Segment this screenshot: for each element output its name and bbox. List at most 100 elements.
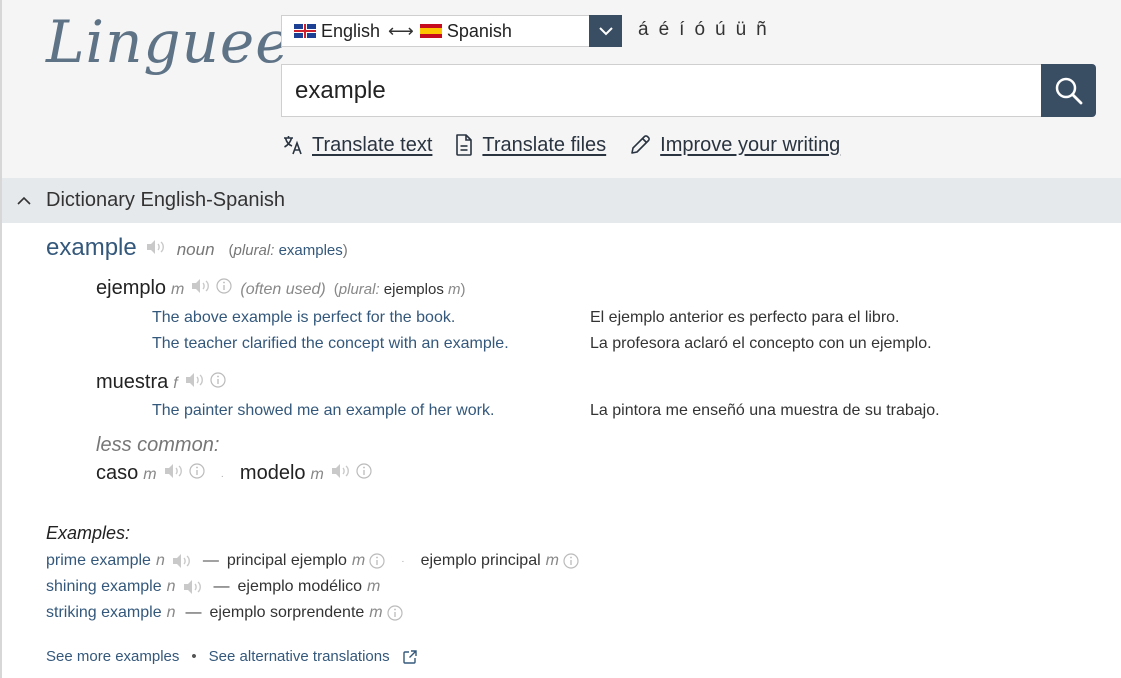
improve-writing-label: Improve your writing xyxy=(660,133,841,156)
translate-icon xyxy=(284,136,302,155)
info-icon[interactable] xyxy=(387,605,403,621)
phrase-es-alt[interactable]: ejemplo principal xyxy=(421,552,541,570)
phrase-pos: n xyxy=(166,578,176,595)
info-icon[interactable] xyxy=(188,463,205,479)
example-phrase-row: prime example n — principal ejemplo m · … xyxy=(46,552,579,570)
special-characters: á é í ó ú ü ñ xyxy=(638,19,767,41)
info-icon[interactable] xyxy=(216,278,232,294)
example-sentence-es: La profesora aclaró el concepto con un e… xyxy=(590,335,932,352)
more-links: See more examples • See alternative tran… xyxy=(46,648,418,665)
translation-word[interactable]: muestra xyxy=(96,371,168,394)
translation-gender: f xyxy=(173,375,178,392)
accent-u[interactable]: ú xyxy=(715,19,726,41)
phrase-es[interactable]: principal ejemplo xyxy=(227,552,347,570)
phrase-pos: n xyxy=(155,552,165,569)
accent-a[interactable]: á xyxy=(638,19,649,41)
translation-gender: m xyxy=(171,281,185,298)
lang-from: English xyxy=(321,20,381,41)
lang-to: Spanish xyxy=(446,20,512,41)
phrase-pos: n xyxy=(166,604,176,621)
example-sentence-en: The teacher clarified the concept with a… xyxy=(152,335,509,352)
translation-word[interactable]: caso xyxy=(96,462,138,485)
speaker-icon[interactable] xyxy=(163,463,185,479)
info-icon[interactable] xyxy=(356,463,372,479)
translation-gender: m xyxy=(310,466,324,483)
swap-arrows-icon: ⟷ xyxy=(388,20,414,41)
see-alternative-translations-link[interactable]: See alternative translations xyxy=(209,648,390,665)
translation-muestra: muestra f xyxy=(96,371,226,394)
example-sentence-es: La pintora me enseñó una muestra de su t… xyxy=(590,402,940,419)
phrase-gender: m xyxy=(369,604,383,621)
phrase-gender: m xyxy=(367,578,381,595)
speaker-icon[interactable] xyxy=(145,239,167,255)
info-icon[interactable] xyxy=(369,553,385,569)
phrase-gender: m xyxy=(545,552,559,569)
accent-n-tilde[interactable]: ñ xyxy=(756,19,767,41)
language-pair-selector[interactable]: English ⟷ Spanish xyxy=(281,15,622,47)
phrase-es[interactable]: ejemplo modélico xyxy=(238,578,363,596)
phrase-en[interactable]: shining example xyxy=(46,578,162,596)
example-sentence-en: The painter showed me an example of her … xyxy=(152,402,495,419)
translate-files-label: Translate files xyxy=(482,133,607,156)
speaker-icon[interactable] xyxy=(171,553,193,569)
lemma-word[interactable]: example xyxy=(46,234,137,262)
example-sentence-en: The above example is perfect for the boo… xyxy=(152,309,456,326)
speaker-icon[interactable] xyxy=(190,278,212,294)
example-phrase-row: shining example n — ejemplo modélico m xyxy=(46,578,380,596)
accent-e[interactable]: é xyxy=(659,19,670,41)
translation-word[interactable]: ejemplo xyxy=(96,277,166,300)
chevron-down-icon xyxy=(598,27,613,36)
info-icon[interactable] xyxy=(563,553,579,569)
uk-flag-icon xyxy=(294,24,316,38)
examples-heading: Examples: xyxy=(46,523,131,543)
speaker-icon[interactable] xyxy=(184,372,206,388)
less-common-label: less common: xyxy=(96,434,220,456)
example-phrase-row: striking example n — ejemplo sorprendent… xyxy=(46,604,403,622)
less-common-list: caso m · modelo m xyxy=(96,462,372,485)
document-icon xyxy=(456,134,473,156)
dictionary-section-header[interactable]: Dictionary English-Spanish xyxy=(2,178,1121,223)
dictionary-title: Dictionary English-Spanish xyxy=(46,189,286,211)
translate-text-link[interactable]: Translate text xyxy=(282,134,432,157)
phrase-en[interactable]: prime example xyxy=(46,552,151,570)
phrase-en[interactable]: striking example xyxy=(46,604,162,622)
see-more-examples-link[interactable]: See more examples xyxy=(46,648,179,665)
external-link-icon[interactable] xyxy=(402,649,418,665)
accent-o[interactable]: ó xyxy=(694,19,705,41)
bullet-separator: • xyxy=(191,648,197,665)
info-icon[interactable] xyxy=(210,372,226,388)
lemma-pos: noun xyxy=(176,240,215,259)
spain-flag-icon xyxy=(419,24,442,38)
plural-label: plural: xyxy=(233,242,275,259)
dash-separator: — xyxy=(213,578,230,595)
phrase-gender: m xyxy=(351,552,366,569)
lemma-plural: (plural: examples) xyxy=(228,242,348,259)
translation-gender: m xyxy=(143,466,157,483)
plural-word[interactable]: examples xyxy=(279,242,343,259)
accent-u-umlaut[interactable]: ü xyxy=(736,19,747,41)
pencil-icon xyxy=(631,135,651,154)
accent-i[interactable]: í xyxy=(679,19,684,41)
improve-writing-link[interactable]: Improve your writing xyxy=(628,133,840,157)
chevron-up-icon xyxy=(17,196,31,205)
separator-dot: · xyxy=(220,471,224,482)
phrase-es[interactable]: ejemplo sorprendente xyxy=(210,604,365,622)
lemma-line: example noun (plural: examples) xyxy=(46,234,348,262)
language-dropdown-button[interactable] xyxy=(589,15,622,47)
linguee-logo[interactable]: Linguee xyxy=(46,8,291,76)
example-sentence-es: El ejemplo anterior es perfecto para el … xyxy=(590,309,900,326)
translate-files-link[interactable]: Translate files xyxy=(454,133,606,157)
tool-links: Translate text Translate files Improve y… xyxy=(282,133,862,157)
translation-ejemplo: ejemplo m (often used) (plural: ejemplos… xyxy=(96,277,466,300)
search-icon xyxy=(1055,77,1082,104)
translation-word[interactable]: modelo xyxy=(240,462,306,485)
dash-separator: — xyxy=(185,604,202,621)
speaker-icon[interactable] xyxy=(182,579,204,595)
separator-dot: · xyxy=(401,555,405,567)
usage-note: (often used) xyxy=(240,281,326,298)
search-input[interactable] xyxy=(281,64,1042,117)
search-button[interactable] xyxy=(1041,64,1096,117)
speaker-icon[interactable] xyxy=(330,463,352,479)
dash-separator: — xyxy=(202,552,219,569)
translate-text-label: Translate text xyxy=(312,133,433,156)
